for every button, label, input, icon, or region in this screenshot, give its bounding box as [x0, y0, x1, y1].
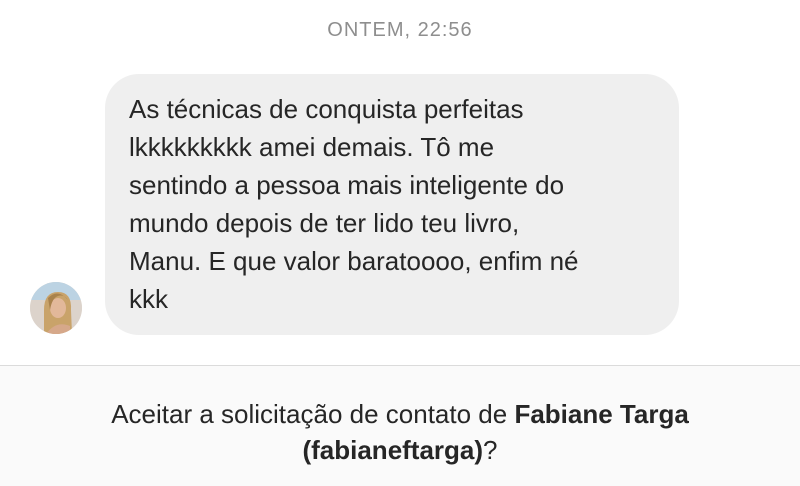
message-bubble[interactable]: As técnicas de conquista perfeitas lkkkk… [105, 74, 679, 335]
request-suffix: ? [483, 435, 498, 465]
sender-avatar[interactable] [30, 282, 82, 334]
user-avatar-icon [30, 282, 82, 334]
contact-request-bar: Aceitar a solicitação de contato de Fabi… [0, 365, 800, 486]
requester-name: Fabiane Targa [514, 399, 689, 429]
requester-handle: (fabianeftarga) [302, 435, 484, 465]
contact-request-prompt: Aceitar a solicitação de contato de Fabi… [40, 396, 760, 468]
received-message-row: As técnicas de conquista perfeitas lkkkk… [0, 74, 800, 336]
chat-screen: ONTEM, 22:56 As técnicas de conquista pe… [0, 0, 800, 486]
request-prefix: Aceitar a solicitação de contato de [111, 399, 515, 429]
message-timestamp: ONTEM, 22:56 [327, 19, 473, 41]
message-text: As técnicas de conquista perfeitas lkkkk… [129, 94, 579, 314]
